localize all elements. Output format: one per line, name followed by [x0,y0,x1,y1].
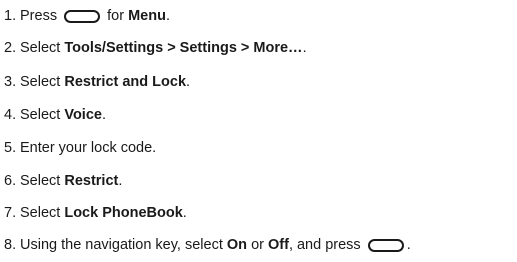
step-emphasis: Voice [64,107,102,123]
step-text-part: Press [20,8,58,24]
step-emphasis: Restrict and Lock [64,74,187,90]
step-text-part: . [118,173,123,189]
step-text-part: . [182,205,187,221]
step-emphasis: Tools/Settings > Settings > More… [64,40,303,56]
step-text: Using the navigation key, select On or O… [20,234,411,256]
step-text-part: Select [20,40,61,56]
step-text-part: . [302,40,307,56]
step-emphasis: Lock PhoneBook [64,205,183,221]
step-text-part: . [101,107,106,123]
step-text: Select Lock PhoneBook. [20,202,187,224]
step-text-part: , and press [288,237,361,253]
menu-ok-key-icon [367,239,404,252]
step-text: Select Voice. [20,104,106,126]
step-text: Enter your lock code. [20,140,157,156]
step-text-part: Select [20,74,61,90]
step-text: Press for Menu. [20,5,170,27]
step-text-part: . [186,74,191,90]
step-text: Select Restrict and Lock. [20,71,190,93]
step-text-part: . [165,8,170,24]
step-text-part: . [406,237,411,253]
menu-ok-key-icon [64,10,101,23]
step-emphasis: Off [268,237,289,253]
step-text: Select Tools/Settings > Settings > More…… [20,37,307,59]
step-text-part: Select [20,173,61,189]
step-emphasis: Restrict [64,173,119,189]
step-text-part: Select [20,107,61,123]
step-text-part: Using the navigation key, select [20,237,223,253]
step-emphasis: On [226,237,248,253]
step-text-part: for [107,8,125,24]
step-text-part: Select [20,205,61,221]
step-text-part: or [251,237,264,253]
step-emphasis: Menu [128,8,166,24]
step-text: Select Restrict. [20,170,122,192]
